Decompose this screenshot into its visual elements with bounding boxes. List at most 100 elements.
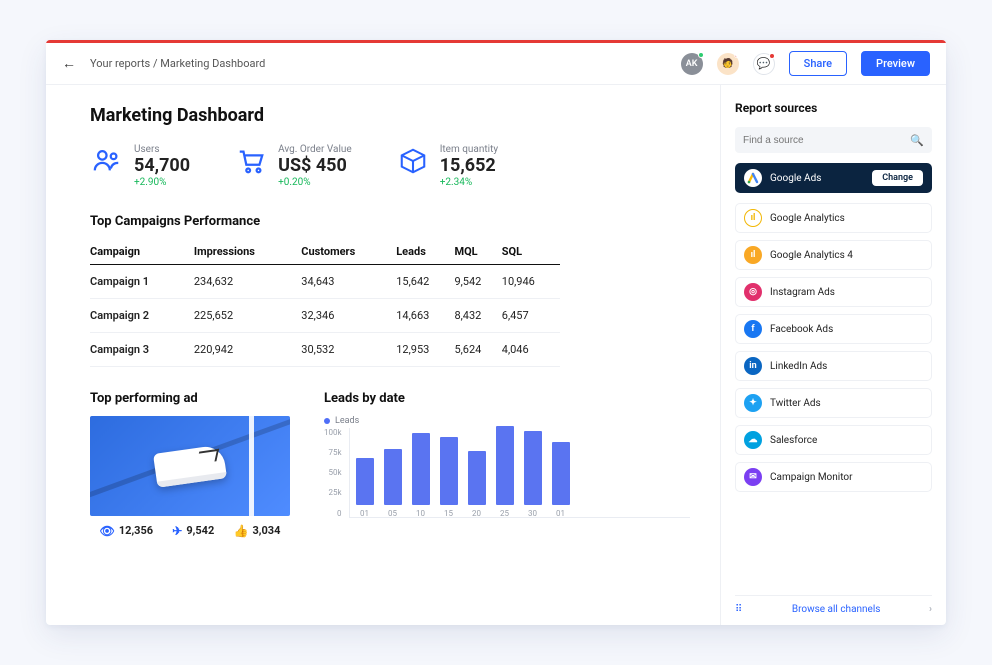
panel-footer: ⠿ Browse all channels › [735, 595, 932, 615]
source-icon: ✉ [744, 468, 762, 486]
ad-sends: ✈9,542 [172, 524, 214, 538]
share-button[interactable]: Share [789, 51, 847, 76]
metric-label: Users [134, 144, 190, 155]
change-source-button[interactable]: Change [872, 170, 923, 186]
table-cell: 8,432 [454, 298, 501, 332]
source-item[interactable]: ıl Google Analytics [735, 203, 932, 233]
table-cell: 10,946 [502, 264, 560, 298]
metric-items: Item quantity 15,652 +2.34% [396, 144, 498, 188]
grid-icon: ⠿ [735, 604, 743, 615]
chat-icon: 💬 [757, 57, 771, 70]
table-cell: 225,652 [194, 298, 301, 332]
x-tick: 05 [388, 509, 397, 518]
y-tick: 0 [337, 509, 342, 518]
breadcrumb-root[interactable]: Your reports [90, 57, 150, 70]
avatar-collaborator-1[interactable]: AK [681, 53, 703, 75]
th-sql: SQL [502, 239, 560, 265]
breadcrumb-current[interactable]: Marketing Dashboard [160, 57, 265, 70]
source-label: Google Analytics [770, 213, 845, 224]
source-item[interactable]: ◎Instagram Ads [735, 277, 932, 307]
x-tick: 25 [500, 509, 509, 518]
table-row: Campaign 1234,63234,64315,6429,54210,946 [90, 264, 560, 298]
ad-views: 👁12,356 [100, 524, 154, 538]
lower-row: Top performing ad 👁12,356 ✈9,542 👍3,034 … [90, 391, 690, 538]
table-cell: 6,457 [502, 298, 560, 332]
source-item[interactable]: ✉ Campaign Monitor [735, 462, 932, 492]
source-label: Google Ads [770, 173, 821, 184]
chart-legend: Leads [324, 416, 690, 426]
bar [524, 431, 542, 505]
source-icon: ✦ [744, 394, 762, 412]
metric-delta: +2.34% [440, 177, 498, 188]
ad-stats: 👁12,356 ✈9,542 👍3,034 [90, 524, 290, 538]
package-icon [396, 144, 430, 178]
source-label: Facebook Ads [770, 324, 833, 335]
top-bar: ← Your reports / Marketing Dashboard AK … [46, 43, 946, 85]
search-input[interactable] [743, 135, 910, 146]
x-tick: 30 [528, 509, 537, 518]
source-label: Salesforce [770, 435, 817, 446]
source-item[interactable]: ✦Twitter Ads [735, 388, 932, 418]
source-label: Instagram Ads [770, 287, 835, 298]
send-icon: ✈ [172, 524, 182, 538]
table-cell: 12,953 [396, 332, 454, 366]
chevron-right-icon: › [929, 604, 932, 615]
app-window: ← Your reports / Marketing Dashboard AK … [46, 40, 946, 625]
metric-value: 54,700 [134, 156, 190, 177]
ad-likes: 👍3,034 [233, 524, 280, 538]
source-item[interactable]: ılGoogle Analytics 4 [735, 240, 932, 270]
source-google-ads[interactable]: Google Ads Change [735, 163, 932, 193]
y-tick: 25k [329, 488, 342, 497]
th-campaign: Campaign [90, 239, 194, 265]
legend-dot-icon [324, 418, 330, 424]
bar [384, 449, 402, 505]
source-label: Campaign Monitor [770, 472, 852, 483]
metric-label: Item quantity [440, 144, 498, 155]
breadcrumb[interactable]: Your reports / Marketing Dashboard [90, 57, 265, 70]
presence-dot-icon [734, 53, 739, 58]
table-row: Campaign 3220,94230,53212,9535,6244,046 [90, 332, 560, 366]
table-cell: 15,642 [396, 264, 454, 298]
metric-delta: +2.90% [134, 177, 190, 188]
table-cell: 4,046 [502, 332, 560, 366]
source-item[interactable]: inLinkedIn Ads [735, 351, 932, 381]
source-search[interactable]: 🔍 [735, 127, 932, 153]
table-cell: Campaign 3 [90, 332, 194, 366]
metric-users: Users 54,700 +2.90% [90, 144, 190, 188]
metric-value: 15,652 [440, 156, 498, 177]
source-item[interactable]: fFacebook Ads [735, 314, 932, 344]
campaigns-table: Campaign Impressions Customers Leads MQL… [90, 239, 560, 367]
avatar-collaborator-2[interactable]: 🧑 [717, 53, 739, 75]
x-tick: 01 [360, 509, 369, 518]
th-customers: Customers [301, 239, 396, 265]
preview-button[interactable]: Preview [861, 51, 930, 76]
search-icon: 🔍 [910, 134, 924, 147]
source-icon: ıl [744, 246, 762, 264]
top-ad-heading: Top performing ad [90, 391, 290, 406]
main-content: Marketing Dashboard Users 54,700 +2.90% [46, 85, 720, 625]
bar-column: 30 [524, 431, 542, 518]
bar [552, 442, 570, 505]
leads-chart-heading: Leads by date [324, 391, 690, 406]
thumbs-up-icon: 👍 [233, 524, 248, 538]
panel-title: Report sources [735, 101, 932, 115]
ad-creative-image[interactable] [90, 416, 290, 516]
x-tick: 10 [416, 509, 425, 518]
comments-button[interactable]: 💬 [753, 53, 775, 75]
back-icon[interactable]: ← [62, 55, 76, 72]
th-leads: Leads [396, 239, 454, 265]
source-icon: ıl [744, 209, 762, 227]
x-tick: 20 [472, 509, 481, 518]
bar [496, 426, 514, 505]
y-axis: 100k75k50k25k0 [324, 428, 345, 518]
body: Marketing Dashboard Users 54,700 +2.90% [46, 85, 946, 625]
source-item[interactable]: ☁Salesforce [735, 425, 932, 455]
browse-all-link[interactable]: Browse all channels [792, 604, 881, 615]
metric-delta: +0.20% [278, 177, 352, 188]
bar-column: 01 [552, 442, 570, 518]
table-cell: 9,542 [454, 264, 501, 298]
metrics-row: Users 54,700 +2.90% Avg. Order Value US$… [90, 144, 690, 188]
bar-column: 01 [356, 458, 374, 518]
bar-column: 10 [412, 433, 430, 518]
metric-value: US$ 450 [278, 156, 352, 177]
